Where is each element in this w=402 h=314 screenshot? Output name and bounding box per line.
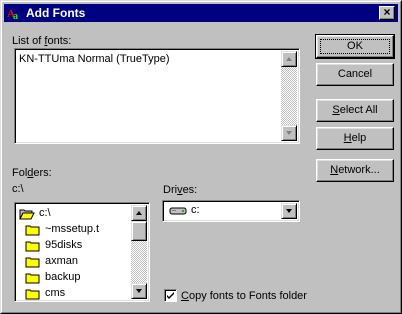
folder-item[interactable]: ~mssetup.t [19, 222, 129, 238]
dialog-frame: A a Add Fonts × List of fonts: KN-TTUma … [1, 1, 401, 313]
scroll-down-button[interactable] [131, 283, 147, 299]
scroll-up-button[interactable] [131, 205, 147, 221]
folder-icon [25, 241, 40, 252]
folder-icon [25, 257, 40, 268]
folder-icon [25, 289, 40, 300]
font-list-item[interactable]: KN-TTUma Normal (TrueType) [19, 53, 170, 65]
fonts-listbox[interactable]: KN-TTUma Normal (TrueType) [14, 48, 300, 144]
folder-icon [25, 273, 40, 284]
copy-fonts-checkbox[interactable] [164, 289, 177, 302]
folders-listbox[interactable]: c:\ ~mssetup.t 95disks axman backup cms [14, 202, 150, 302]
arrow-up-icon [136, 211, 142, 215]
folder-item[interactable]: cms [19, 286, 129, 301]
window-title: Add Fonts [26, 6, 86, 20]
title-bar[interactable]: A a Add Fonts × [4, 4, 398, 22]
close-button[interactable]: × [379, 6, 395, 20]
open-folder-icon [19, 209, 35, 220]
folder-item[interactable]: backup [19, 270, 129, 286]
arrow-down-icon [136, 289, 142, 293]
fonts-app-icon: A a [7, 8, 18, 20]
arrow-down-icon [286, 131, 292, 135]
selected-drive: c: [191, 204, 200, 216]
folder-item[interactable]: 95disks [19, 238, 129, 254]
help-button[interactable]: Help [316, 127, 394, 150]
drives-dropdown-button[interactable] [281, 203, 297, 219]
add-fonts-dialog: A a Add Fonts × List of fonts: KN-TTUma … [0, 0, 402, 314]
select-all-button[interactable]: Select All [316, 99, 394, 122]
fonts-list-scrollbar[interactable] [281, 51, 297, 141]
svg-text:a: a [13, 11, 18, 20]
checkmark-icon [167, 292, 174, 299]
copy-fonts-label[interactable]: Copy fonts to Fonts folder [181, 290, 307, 303]
folders-label: Folders: [12, 167, 52, 179]
hard-drive-icon [169, 207, 187, 215]
drives-label: Drives: [163, 184, 198, 196]
folder-item[interactable]: c:\ [19, 206, 129, 222]
close-icon: × [383, 5, 391, 19]
fonts-list-label: List of fonts: [12, 35, 72, 47]
folder-item[interactable]: axman [19, 254, 129, 270]
ok-button[interactable]: OK [315, 34, 395, 59]
folder-icon [25, 225, 40, 236]
arrow-up-icon [286, 57, 292, 61]
scroll-up-button[interactable] [281, 51, 297, 67]
scroll-thumb[interactable] [131, 221, 147, 241]
drives-dropdown[interactable]: c: [162, 200, 300, 222]
network-button[interactable]: Network... [316, 159, 394, 182]
cancel-button[interactable]: Cancel [316, 63, 394, 86]
chevron-down-icon [286, 209, 292, 213]
folders-scrollbar[interactable] [131, 205, 147, 299]
current-path: c:\ [12, 183, 24, 195]
scroll-down-button[interactable] [281, 125, 297, 141]
